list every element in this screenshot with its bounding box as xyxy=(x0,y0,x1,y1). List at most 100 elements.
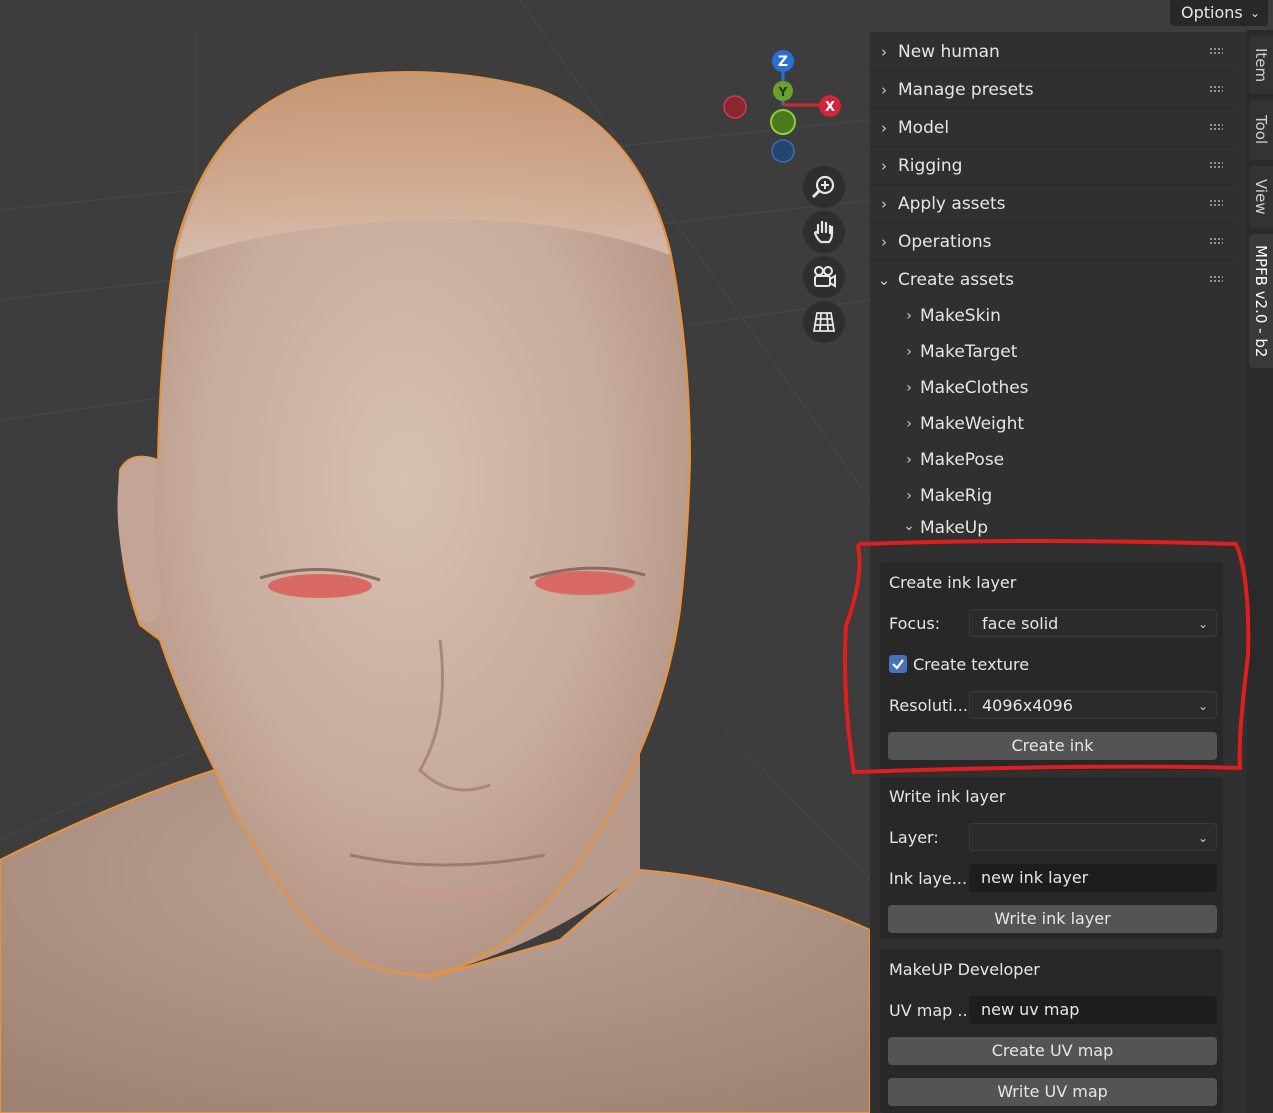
drag-handle-icon[interactable] xyxy=(1209,123,1223,131)
layer-label: Layer: xyxy=(889,828,939,847)
subpanel-makeweight[interactable]: › MakeWeight xyxy=(898,406,1228,442)
tab-view-label: View xyxy=(1252,179,1270,215)
camera-view-tool[interactable] xyxy=(803,256,845,298)
subpanel-maketarget[interactable]: › MakeTarget xyxy=(898,334,1228,370)
left-eye xyxy=(268,574,372,598)
resolution-dropdown[interactable]: 4096x4096 ⌄ xyxy=(969,691,1217,719)
drag-handle-icon[interactable] xyxy=(1209,85,1223,93)
write-ink-title: Write ink layer xyxy=(889,787,1006,806)
tab-mpfb[interactable]: MPFB v2.0 - b2 xyxy=(1249,234,1273,368)
panel-label: Rigging xyxy=(898,155,963,176)
chevron-down-icon: ⌄ xyxy=(1197,831,1208,845)
resolution-value: 4096x4096 xyxy=(982,696,1073,715)
uv-map-label: UV map ... xyxy=(889,1001,973,1020)
tab-item-label: Item xyxy=(1252,47,1270,83)
chevron-right-icon: › xyxy=(906,344,912,360)
zoom-tool[interactable] xyxy=(803,166,845,208)
x-axis-label: X xyxy=(825,100,835,115)
uv-map-input[interactable]: new uv map xyxy=(969,996,1217,1024)
tab-view[interactable]: View xyxy=(1249,166,1273,228)
panel-label: Create assets xyxy=(898,270,1015,290)
write-ink-layer-box: Write ink layer Layer: ⌄ Ink laye... new… xyxy=(880,777,1223,939)
create-texture-checkbox[interactable] xyxy=(889,655,907,673)
pan-tool[interactable] xyxy=(803,211,845,253)
resolution-label: Resoluti... xyxy=(889,696,968,715)
subpanel-makeclothes[interactable]: › MakeClothes xyxy=(898,370,1228,406)
makeup-developer-box: MakeUP Developer UV map ... new uv map C… xyxy=(880,949,1223,1113)
grid-icon xyxy=(812,312,836,332)
chevron-right-icon: › xyxy=(906,308,912,324)
panel-apply-assets[interactable]: › Apply assets xyxy=(870,185,1235,223)
ink-layer-name-label: Ink laye... xyxy=(889,869,968,888)
y-axis-label: Y xyxy=(778,85,788,99)
chevron-right-icon: › xyxy=(906,416,912,432)
drag-handle-icon[interactable] xyxy=(1209,237,1223,245)
subpanel-makeskin[interactable]: › MakeSkin xyxy=(898,298,1228,334)
camera-icon xyxy=(814,266,836,288)
panel-label: Model xyxy=(898,117,950,138)
chevron-down-icon: ⌄ xyxy=(903,518,915,534)
panel-label: Manage presets xyxy=(898,79,1034,100)
tab-item[interactable]: Item xyxy=(1249,36,1273,94)
panel-new-human[interactable]: › New human xyxy=(870,33,1235,71)
chevron-right-icon: › xyxy=(881,42,887,61)
subpanel-label: MakeTarget xyxy=(920,342,1018,362)
create-uv-map-button[interactable]: Create UV map xyxy=(888,1037,1217,1065)
ear-mesh xyxy=(117,456,162,623)
focus-dropdown[interactable]: face solid ⌄ xyxy=(969,609,1217,637)
chevron-right-icon: › xyxy=(881,156,887,175)
options-label: Options xyxy=(1181,3,1243,22)
create-ink-layer-box: Create ink layer Focus: face solid ⌄ Cre… xyxy=(880,562,1223,770)
create-ink-button[interactable]: Create ink xyxy=(888,732,1217,760)
focus-label: Focus: xyxy=(889,614,941,633)
makeup-developer-title: MakeUP Developer xyxy=(889,960,1040,979)
chevron-right-icon: › xyxy=(881,194,887,213)
right-eye xyxy=(535,571,635,595)
ortho-toggle-tool[interactable] xyxy=(803,301,845,343)
panel-manage-presets[interactable]: › Manage presets xyxy=(870,71,1235,109)
chevron-right-icon: › xyxy=(881,232,887,251)
drag-handle-icon[interactable] xyxy=(1209,275,1223,283)
panel-create-assets[interactable]: ⌄ Create assets xyxy=(870,261,1235,299)
chevron-right-icon: › xyxy=(881,118,887,137)
z-axis-label: Z xyxy=(778,54,788,70)
checkmark-icon xyxy=(892,659,904,670)
create-texture-label[interactable]: Create texture xyxy=(913,655,1029,674)
ink-layer-name-input[interactable]: new ink layer xyxy=(969,864,1217,892)
subpanel-makepose[interactable]: › MakePose xyxy=(898,442,1228,478)
create-ink-title: Create ink layer xyxy=(889,573,1017,592)
axis-gizmo[interactable]: Z Y X xyxy=(715,45,855,175)
chevron-down-icon: ⌄ xyxy=(1249,6,1260,20)
chevron-right-icon: › xyxy=(906,380,912,396)
focus-value: face solid xyxy=(982,614,1059,633)
panel-label: New human xyxy=(898,41,1000,62)
write-uv-map-button[interactable]: Write UV map xyxy=(888,1078,1217,1106)
options-dropdown[interactable]: Options ⌄ xyxy=(1170,0,1268,26)
tab-mpfb-label: MPFB v2.0 - b2 xyxy=(1252,244,1270,358)
layer-dropdown[interactable]: ⌄ xyxy=(969,823,1217,851)
chevron-down-icon: ⌄ xyxy=(877,271,891,289)
subpanel-makeup[interactable]: ⌄ MakeUp xyxy=(898,518,1228,540)
tab-tool[interactable]: Tool xyxy=(1249,100,1273,160)
chevron-right-icon: › xyxy=(906,488,912,504)
chevron-down-icon: ⌄ xyxy=(1197,699,1208,713)
subpanel-label: MakeClothes xyxy=(920,378,1029,398)
drag-handle-icon[interactable] xyxy=(1209,161,1223,169)
panel-model[interactable]: › Model xyxy=(870,109,1235,147)
panel-rigging[interactable]: › Rigging xyxy=(870,147,1235,185)
subpanel-label: MakeUp xyxy=(920,518,989,538)
chevron-right-icon: › xyxy=(881,80,887,99)
drag-handle-icon[interactable] xyxy=(1209,47,1223,55)
chevron-right-icon: › xyxy=(906,452,912,468)
subpanel-makerig[interactable]: › MakeRig xyxy=(898,478,1228,514)
write-ink-layer-button[interactable]: Write ink layer xyxy=(888,905,1217,933)
hand-icon xyxy=(813,220,834,244)
subpanel-label: MakePose xyxy=(920,450,1005,470)
subpanel-label: MakeSkin xyxy=(920,306,1001,326)
panel-label: Operations xyxy=(898,231,992,252)
panel-operations[interactable]: › Operations xyxy=(870,223,1235,261)
panel-label: Apply assets xyxy=(898,193,1006,214)
zoom-icon xyxy=(811,175,835,199)
drag-handle-icon[interactable] xyxy=(1209,199,1223,207)
3d-viewport[interactable]: Z Y X xyxy=(0,0,870,1113)
